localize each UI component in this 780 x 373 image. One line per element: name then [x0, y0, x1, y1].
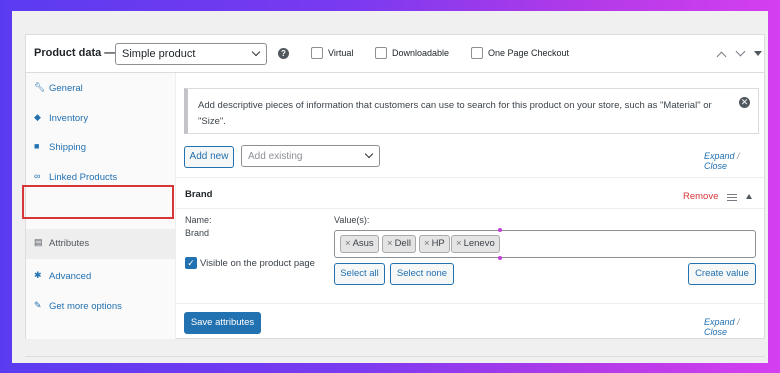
select-none-button[interactable]: Select none [390, 263, 454, 285]
help-icon[interactable]: ? [278, 48, 289, 59]
tab-get-more-options[interactable]: ✎ Get more options [26, 297, 176, 317]
tab-label: Advanced [49, 271, 92, 282]
cursor-marker [498, 256, 502, 260]
chevron-down-icon [364, 149, 374, 159]
product-type-value: Simple product [122, 48, 196, 60]
tag-icon: ◆ [34, 112, 41, 122]
remove-tag-icon[interactable]: × [345, 238, 351, 249]
truck-icon: ■ [34, 141, 40, 151]
bottom-strip [25, 339, 765, 357]
select-all-button[interactable]: Select all [334, 263, 385, 285]
move-down-icon[interactable] [735, 46, 746, 57]
close-link[interactable]: Close [704, 327, 727, 337]
tab-label: Attributes [49, 238, 90, 249]
tab-shipping[interactable]: ■ Shipping [26, 138, 176, 158]
expand-link[interactable]: Expand [704, 151, 735, 161]
value-tag[interactable]: × Lenevo [451, 235, 500, 253]
tab-label: Linked Products [49, 172, 118, 183]
tab-label: General [49, 83, 83, 94]
drag-handle-icon[interactable] [727, 194, 737, 201]
virtual-label: Virtual [328, 48, 354, 58]
tab-general[interactable]: 🔧︎ General [26, 79, 176, 99]
expand-link[interactable]: Expand [704, 317, 735, 327]
remove-attribute-link[interactable]: Remove [683, 191, 718, 202]
tab-label: Get more options [49, 301, 122, 312]
close-link[interactable]: Close [704, 161, 727, 171]
value-tag-label: Lenevo [463, 238, 495, 249]
tab-inventory[interactable]: ◆ Inventory [26, 109, 176, 129]
panel-title: Product data — [34, 47, 116, 59]
tab-advanced[interactable]: ✱ Advanced [26, 267, 176, 287]
wrench-icon: 🔧︎ [34, 82, 46, 92]
footer-divider [176, 303, 764, 304]
one-page-checkout-label: One Page Checkout [488, 48, 570, 58]
save-attributes-button[interactable]: Save attributes [184, 312, 261, 334]
add-existing-placeholder: Add existing [248, 151, 303, 162]
collapse-icon[interactable] [746, 194, 752, 199]
value-tag[interactable]: × Dell [382, 235, 416, 253]
value-tag[interactable]: × HP [419, 235, 450, 253]
downloadable-checkbox[interactable] [375, 47, 387, 59]
value-tag-label: Dell [394, 238, 411, 249]
tab-label: Inventory [49, 113, 89, 124]
create-value-button[interactable]: Create value [688, 263, 756, 285]
link-separator: / [737, 317, 740, 327]
expand-close-top: Expand / Close [704, 151, 764, 171]
link-separator: / [737, 151, 740, 161]
toggle-panel-icon[interactable] [754, 51, 762, 56]
add-existing-select[interactable]: Add existing [241, 145, 380, 167]
link-icon: ∞ [34, 171, 41, 181]
values-select[interactable]: × Asus × Dell × HP × Lenevo [334, 228, 756, 260]
chevron-down-icon [251, 47, 261, 57]
virtual-checkbox[interactable] [311, 47, 323, 59]
plugin-icon: ✎ [34, 300, 42, 310]
remove-tag-icon[interactable]: × [424, 238, 430, 249]
product-data-panel: Product data — Simple product ? Virtual … [22, 34, 765, 339]
product-type-select[interactable]: Simple product [115, 43, 267, 65]
panel-header: Product data — Simple product ? Virtual … [26, 35, 764, 73]
table-icon: ▤ [34, 237, 43, 247]
attributes-notice: Add descriptive pieces of information th… [184, 88, 759, 134]
value-tag-label: Asus [352, 238, 374, 249]
attributes-panel: Add descriptive pieces of information th… [176, 73, 764, 339]
downloadable-label: Downloadable [392, 48, 450, 58]
attribute-title: Brand [185, 189, 213, 200]
close-icon[interactable]: ✕ [739, 97, 750, 108]
attribute-header[interactable]: Brand Remove [176, 177, 764, 209]
remove-tag-icon[interactable]: × [456, 238, 462, 249]
one-page-checkout-checkbox[interactable] [471, 47, 483, 59]
name-value: Brand [185, 228, 210, 238]
cursor-marker [498, 228, 502, 232]
expand-close-bottom: Expand / Close [704, 317, 764, 337]
visible-on-product-page-label: Visible on the product page [200, 258, 315, 269]
tab-attributes[interactable]: ▤ Attributes [26, 229, 176, 259]
notice-text: Add descriptive pieces of information th… [198, 100, 712, 127]
attributes-highlight-box [22, 185, 174, 219]
visible-on-product-page-checkbox[interactable]: ✓ [185, 257, 197, 269]
move-up-icon[interactable] [716, 51, 727, 62]
tab-label: Shipping [49, 142, 86, 153]
gear-icon: ✱ [34, 270, 42, 280]
values-label: Value(s): [334, 215, 370, 225]
add-new-button[interactable]: Add new [184, 146, 234, 168]
value-tag[interactable]: × Asus [340, 235, 379, 253]
remove-tag-icon[interactable]: × [387, 238, 393, 249]
value-tag-label: HP [431, 238, 445, 249]
name-label: Name: [185, 215, 212, 225]
